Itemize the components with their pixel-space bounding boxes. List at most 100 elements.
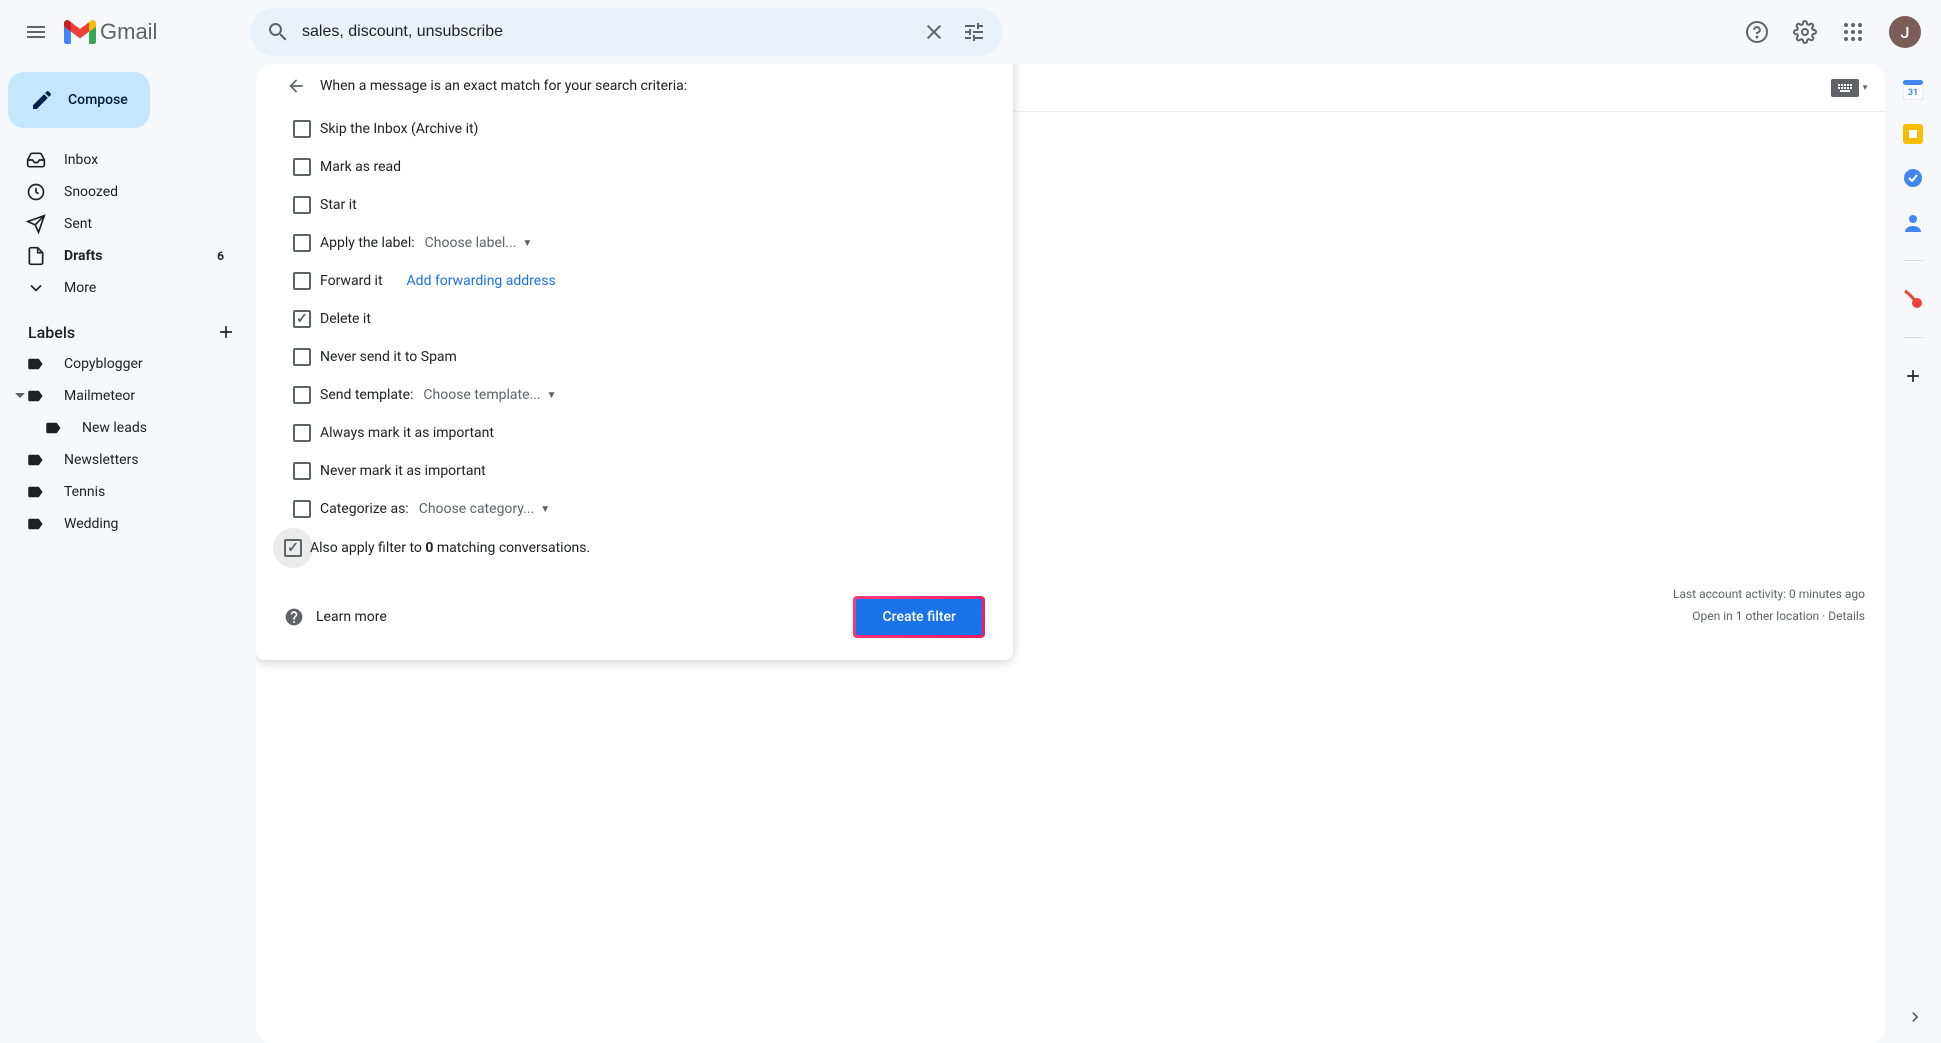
- checkbox-delete[interactable]: [293, 310, 311, 328]
- side-divider: [1903, 260, 1923, 261]
- checkbox-send-template[interactable]: [293, 386, 311, 404]
- create-filter-panel: When a message is an exact match for you…: [256, 64, 1013, 660]
- label-tennis[interactable]: Tennis: [0, 476, 240, 508]
- choose-label-dropdown[interactable]: Choose label... ▼: [425, 235, 533, 251]
- contacts-app-button[interactable]: [1903, 212, 1923, 232]
- side-panel-toggle[interactable]: [1905, 1007, 1925, 1027]
- search-options-button[interactable]: [954, 12, 994, 52]
- label-copyblogger[interactable]: Copyblogger: [0, 348, 240, 380]
- nav-label: Sent: [64, 216, 224, 232]
- nav-snoozed[interactable]: Snoozed: [0, 176, 240, 208]
- checkbox-also-apply[interactable]: [284, 539, 302, 557]
- filter-option-label: Never send it to Spam: [320, 349, 457, 365]
- nav-sent[interactable]: Sent: [0, 208, 240, 240]
- add-label-button[interactable]: [216, 322, 236, 342]
- side-divider: [1903, 337, 1923, 338]
- get-addons-button[interactable]: [1903, 366, 1923, 386]
- tasks-app-button[interactable]: [1903, 168, 1923, 188]
- search-input[interactable]: [298, 23, 914, 41]
- dropdown-text: Choose category...: [419, 501, 535, 517]
- filter-option-label: Always mark it as important: [320, 425, 494, 441]
- label-icon: [26, 355, 44, 373]
- learn-more-link[interactable]: Learn more: [316, 609, 387, 625]
- checkbox-never-important[interactable]: [293, 462, 311, 480]
- side-panel: 31: [1885, 64, 1941, 386]
- main-menu-button[interactable]: [12, 8, 60, 56]
- checkbox-mark-read[interactable]: [293, 158, 311, 176]
- back-button[interactable]: [284, 74, 308, 98]
- sidebar: Compose Inbox Snoozed Sent Drafts 6 More…: [0, 64, 256, 1043]
- filter-option-label: Mark as read: [320, 159, 401, 175]
- close-icon: [922, 20, 946, 44]
- last-activity-text: Last account activity: 0 minutes ago: [1673, 584, 1865, 606]
- calendar-app-button[interactable]: 31: [1903, 80, 1923, 100]
- nav-drafts[interactable]: Drafts 6: [0, 240, 240, 272]
- label-icon: [26, 451, 44, 469]
- nav-more[interactable]: More: [0, 272, 240, 304]
- gmail-brand-text: Gmail: [100, 19, 157, 45]
- comet-icon: [1903, 289, 1923, 309]
- compose-button[interactable]: Compose: [8, 72, 150, 128]
- pencil-icon: [30, 88, 54, 112]
- svg-text:31: 31: [1908, 88, 1918, 98]
- caret-down-icon: ▼: [522, 238, 532, 249]
- apps-button[interactable]: [1833, 12, 1873, 52]
- content-area: ▼ When a message is an exact match for y…: [256, 64, 1885, 1043]
- caret-down-icon: ▼: [540, 504, 550, 515]
- label-wedding[interactable]: Wedding: [0, 508, 240, 540]
- dropdown-text: Choose label...: [425, 235, 517, 251]
- keyboard-icon: [1831, 79, 1859, 97]
- app-header: Gmail J: [0, 0, 1941, 64]
- choose-category-dropdown[interactable]: Choose category... ▼: [419, 501, 550, 517]
- input-method-selector[interactable]: ▼: [1831, 79, 1869, 97]
- label-newsletters[interactable]: Newsletters: [0, 444, 240, 476]
- create-filter-button[interactable]: Create filter: [856, 599, 982, 635]
- tasks-icon: [1903, 168, 1923, 188]
- checkbox-categorize[interactable]: [293, 500, 311, 518]
- label-new-leads[interactable]: New leads: [0, 412, 240, 444]
- nav-label: Inbox: [64, 152, 224, 168]
- checkbox-star[interactable]: [293, 196, 311, 214]
- add-forwarding-link[interactable]: Add forwarding address: [407, 273, 556, 289]
- labels-header: Labels: [0, 304, 256, 348]
- inbox-icon: [26, 150, 46, 170]
- tune-icon: [962, 20, 986, 44]
- label-name: Mailmeteor: [64, 388, 135, 404]
- addon-app-button[interactable]: [1903, 289, 1923, 309]
- label-icon: [26, 387, 44, 405]
- filter-header-text: When a message is an exact match for you…: [320, 78, 687, 94]
- checkbox-forward[interactable]: [293, 272, 311, 290]
- nav-label: Drafts: [64, 248, 217, 264]
- choose-template-dropdown[interactable]: Choose template...▼: [423, 387, 556, 403]
- calendar-icon: 31: [1903, 80, 1923, 100]
- search-button[interactable]: [258, 12, 298, 52]
- label-mailmeteor[interactable]: Mailmeteor: [0, 380, 240, 412]
- labels-header-text: Labels: [28, 323, 75, 342]
- drafts-icon: [26, 246, 46, 266]
- plus-icon: [1903, 366, 1923, 386]
- clear-search-button[interactable]: [914, 12, 954, 52]
- checkbox-skip-inbox[interactable]: [293, 120, 311, 138]
- gmail-logo-wrap[interactable]: Gmail: [64, 19, 250, 45]
- filter-option-label: Delete it: [320, 311, 371, 327]
- filter-option-label: Categorize as:: [320, 501, 409, 517]
- label-icon: [44, 419, 62, 437]
- label-name: Copyblogger: [64, 356, 143, 372]
- keep-app-button[interactable]: [1903, 124, 1923, 144]
- account-activity-footer: Last account activity: 0 minutes ago Ope…: [1673, 584, 1865, 627]
- checkbox-apply-label[interactable]: [293, 234, 311, 252]
- details-link[interactable]: Details: [1828, 609, 1865, 623]
- checkbox-never-spam[interactable]: [293, 348, 311, 366]
- settings-button[interactable]: [1785, 12, 1825, 52]
- nav-inbox[interactable]: Inbox: [0, 144, 240, 176]
- create-filter-highlight: Create filter: [853, 596, 985, 638]
- filter-option-label: Star it: [320, 197, 357, 213]
- label-name: Tennis: [64, 484, 105, 500]
- arrow-left-icon: [286, 76, 306, 96]
- account-avatar[interactable]: J: [1889, 16, 1921, 48]
- checkbox-always-important[interactable]: [293, 424, 311, 442]
- support-button[interactable]: [1737, 12, 1777, 52]
- chevron-down-icon: [26, 278, 46, 298]
- drafts-count: 6: [217, 249, 224, 263]
- nav-label: More: [64, 280, 224, 296]
